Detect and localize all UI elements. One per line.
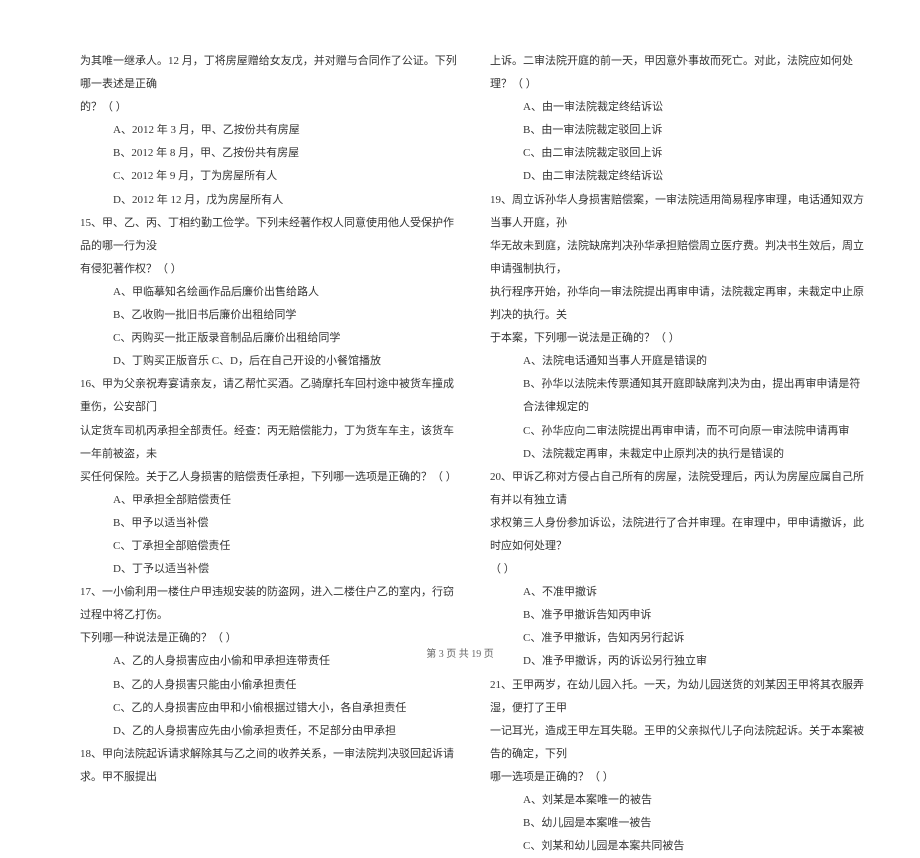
- q17-option-b: B、乙的人身损害只能由小偷承担责任: [80, 674, 460, 697]
- q15-option-d: D、丁购买正版音乐 C、D，后在自己开设的小餐馆播放: [80, 350, 460, 373]
- q14-option-c: C、2012 年 9 月，丁为房屋所有人: [80, 165, 460, 188]
- q16-stem-2: 认定货车司机丙承担全部责任。经查：丙无赔偿能力，丁为货车车主，该货车一年前被盗，…: [80, 420, 460, 466]
- q16-option-c: C、丁承担全部赔偿责任: [80, 535, 460, 558]
- q17-option-a: A、乙的人身损害应由小偷和甲承担连带责任: [80, 650, 460, 673]
- right-column: 上诉。二审法院开庭的前一天，甲因意外事故而死亡。对此，法院应如何处理？（ ） A…: [490, 50, 870, 610]
- q20-option-c: C、准予甲撤诉，告知丙另行起诉: [490, 627, 870, 650]
- q16-stem-3: 买任何保险。关于乙人身损害的赔偿责任承担，下列哪一选项是正确的？（ ）: [80, 466, 460, 489]
- q17-stem-1: 17、一小偷利用一楼住户甲违规安装的防盗网，进入二楼住户乙的室内，行窃过程中将乙…: [80, 581, 460, 627]
- q16-option-d: D、丁予以适当补偿: [80, 558, 460, 581]
- q20-option-d: D、准予甲撤诉，丙的诉讼另行独立审: [490, 650, 870, 673]
- q20-stem-3: （ ）: [490, 558, 870, 581]
- q18-option-c: C、由二审法院裁定驳回上诉: [490, 142, 870, 165]
- q18-option-b: B、由一审法院裁定驳回上诉: [490, 119, 870, 142]
- q18-continuation: 上诉。二审法院开庭的前一天，甲因意外事故而死亡。对此，法院应如何处理？（ ）: [490, 50, 870, 96]
- q21-stem-2: 一记耳光，造成王甲左耳失聪。王甲的父亲拟代儿子向法院起诉。关于本案被告的确定，下…: [490, 720, 870, 766]
- q21-stem-1: 21、王甲两岁，在幼儿园入托。一天，为幼儿园送货的刘某因王甲将其衣服弄湿，便打了…: [490, 674, 870, 720]
- q14-continuation: 为其唯一继承人。12 月，丁将房屋赠给女友戊，并对赠与合同作了公证。下列哪一表述…: [80, 50, 460, 96]
- q21-stem-3: 哪一选项是正确的？（ ）: [490, 766, 870, 789]
- q20-option-b: B、准予甲撤诉告知丙申诉: [490, 604, 870, 627]
- q19-stem-2: 华无故未到庭，法院缺席判决孙华承担赔偿周立医疗费。判决书生效后，周立申请强制执行…: [490, 235, 870, 281]
- q16-stem-1: 16、甲为父亲祝寿宴请亲友，请乙帮忙买酒。乙骑摩托车回村途中被货车撞成重伤，公安…: [80, 373, 460, 419]
- page-content: 为其唯一继承人。12 月，丁将房屋赠给女友戊，并对赠与合同作了公证。下列哪一表述…: [0, 0, 920, 640]
- q17-option-c: C、乙的人身损害应由甲和小偷根据过错大小，各自承担责任: [80, 697, 460, 720]
- q15-option-b: B、乙收购一批旧书后廉价出租给同学: [80, 304, 460, 327]
- q18-stem: 18、甲向法院起诉请求解除其与乙之间的收养关系，一审法院判决驳回起诉请求。甲不服…: [80, 743, 460, 789]
- q20-option-a: A、不准甲撤诉: [490, 581, 870, 604]
- q14-option-b: B、2012 年 8 月，甲、乙按份共有房屋: [80, 142, 460, 165]
- q14-stem-end: 的？（ ）: [80, 96, 460, 119]
- left-column: 为其唯一继承人。12 月，丁将房屋赠给女友戊，并对赠与合同作了公证。下列哪一表述…: [80, 50, 460, 610]
- q20-stem-2: 求权第三人身份参加诉讼，法院进行了合并审理。在审理中，甲申请撤诉，此时应如何处理…: [490, 512, 870, 558]
- q21-option-c: C、刘某和幼儿园是本案共同被告: [490, 835, 870, 858]
- q15-stem-2: 有侵犯著作权？（ ）: [80, 258, 460, 281]
- q19-option-c: C、孙华应向二审法院提出再审申请，而不可向原一审法院申请再审: [490, 420, 870, 443]
- q17-stem-2: 下列哪一种说法是正确的？（ ）: [80, 627, 460, 650]
- q18-option-a: A、由一审法院裁定终结诉讼: [490, 96, 870, 119]
- q18-option-d: D、由二审法院裁定终结诉讼: [490, 165, 870, 188]
- q15-option-c: C、丙购买一批正版录音制品后廉价出租给同学: [80, 327, 460, 350]
- q19-stem-4: 于本案，下列哪一说法是正确的？（ ）: [490, 327, 870, 350]
- q19-option-a: A、法院电话通知当事人开庭是错误的: [490, 350, 870, 373]
- q19-option-b: B、孙华以法院未传票通知其开庭即缺席判决为由，提出再审申请是符合法律规定的: [490, 373, 870, 419]
- q19-option-d: D、法院裁定再审，未裁定中止原判决的执行是错误的: [490, 443, 870, 466]
- q15-stem-1: 15、甲、乙、丙、丁相约勤工俭学。下列未经著作权人同意使用他人受保护作品的哪一行…: [80, 212, 460, 258]
- q14-option-a: A、2012 年 3 月，甲、乙按份共有房屋: [80, 119, 460, 142]
- q16-option-a: A、甲承担全部赔偿责任: [80, 489, 460, 512]
- q15-option-a: A、甲临摹知名绘画作品后廉价出售给路人: [80, 281, 460, 304]
- q19-stem-1: 19、周立诉孙华人身损害赔偿案，一审法院适用简易程序审理，电话通知双方当事人开庭…: [490, 189, 870, 235]
- q17-option-d: D、乙的人身损害应先由小偷承担责任，不足部分由甲承担: [80, 720, 460, 743]
- q19-stem-3: 执行程序开始，孙华向一审法院提出再审申请，法院裁定再审，未裁定中止原判决的执行。…: [490, 281, 870, 327]
- q16-option-b: B、甲予以适当补偿: [80, 512, 460, 535]
- q21-option-b: B、幼儿园是本案唯一被告: [490, 812, 870, 835]
- q21-option-a: A、刘某是本案唯一的被告: [490, 789, 870, 812]
- q20-stem-1: 20、甲诉乙称对方侵占自己所有的房屋，法院受理后，丙认为房屋应属自己所有并以有独…: [490, 466, 870, 512]
- q14-option-d: D、2012 年 12 月，戊为房屋所有人: [80, 189, 460, 212]
